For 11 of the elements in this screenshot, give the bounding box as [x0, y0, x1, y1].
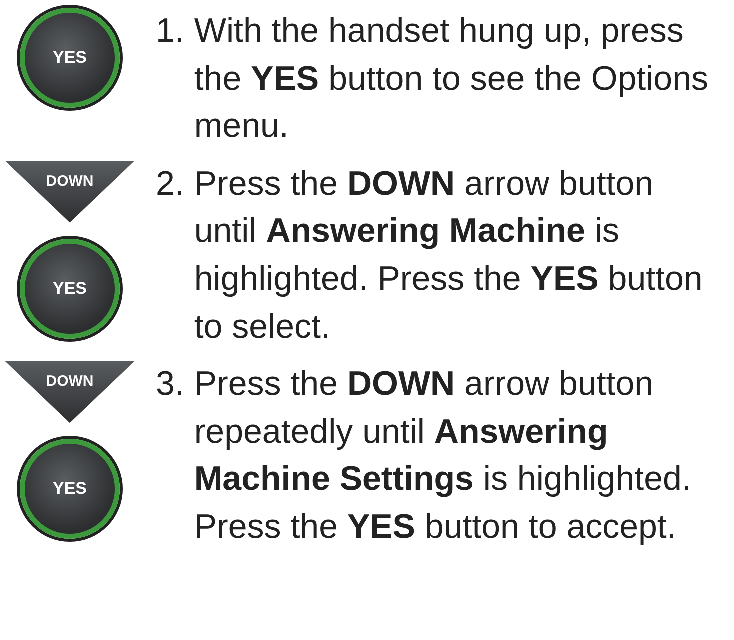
down-arrow-key: DOWN — [5, 361, 135, 424]
step-number: 2. — [156, 164, 184, 205]
step-instruction: Press the DOWN arrow button until Answering Machine is highlighted. Press the YES button to select. — [194, 164, 704, 348]
yes-key: YES — [20, 8, 120, 108]
yes-key: YES — [20, 439, 120, 540]
yes-key: YES — [20, 238, 120, 339]
step-number: 1. — [156, 11, 184, 52]
step-instruction: Press the DOWN arrow button repeatedly until Answering Machine Settings is highlighted. Press the YES button to accept. — [194, 364, 692, 548]
step-number: 3. — [156, 364, 184, 406]
down-arrow-key: DOWN — [5, 160, 135, 223]
step-instruction: With the handset hung up, press the YES button to see the Options menu. — [194, 11, 710, 148]
